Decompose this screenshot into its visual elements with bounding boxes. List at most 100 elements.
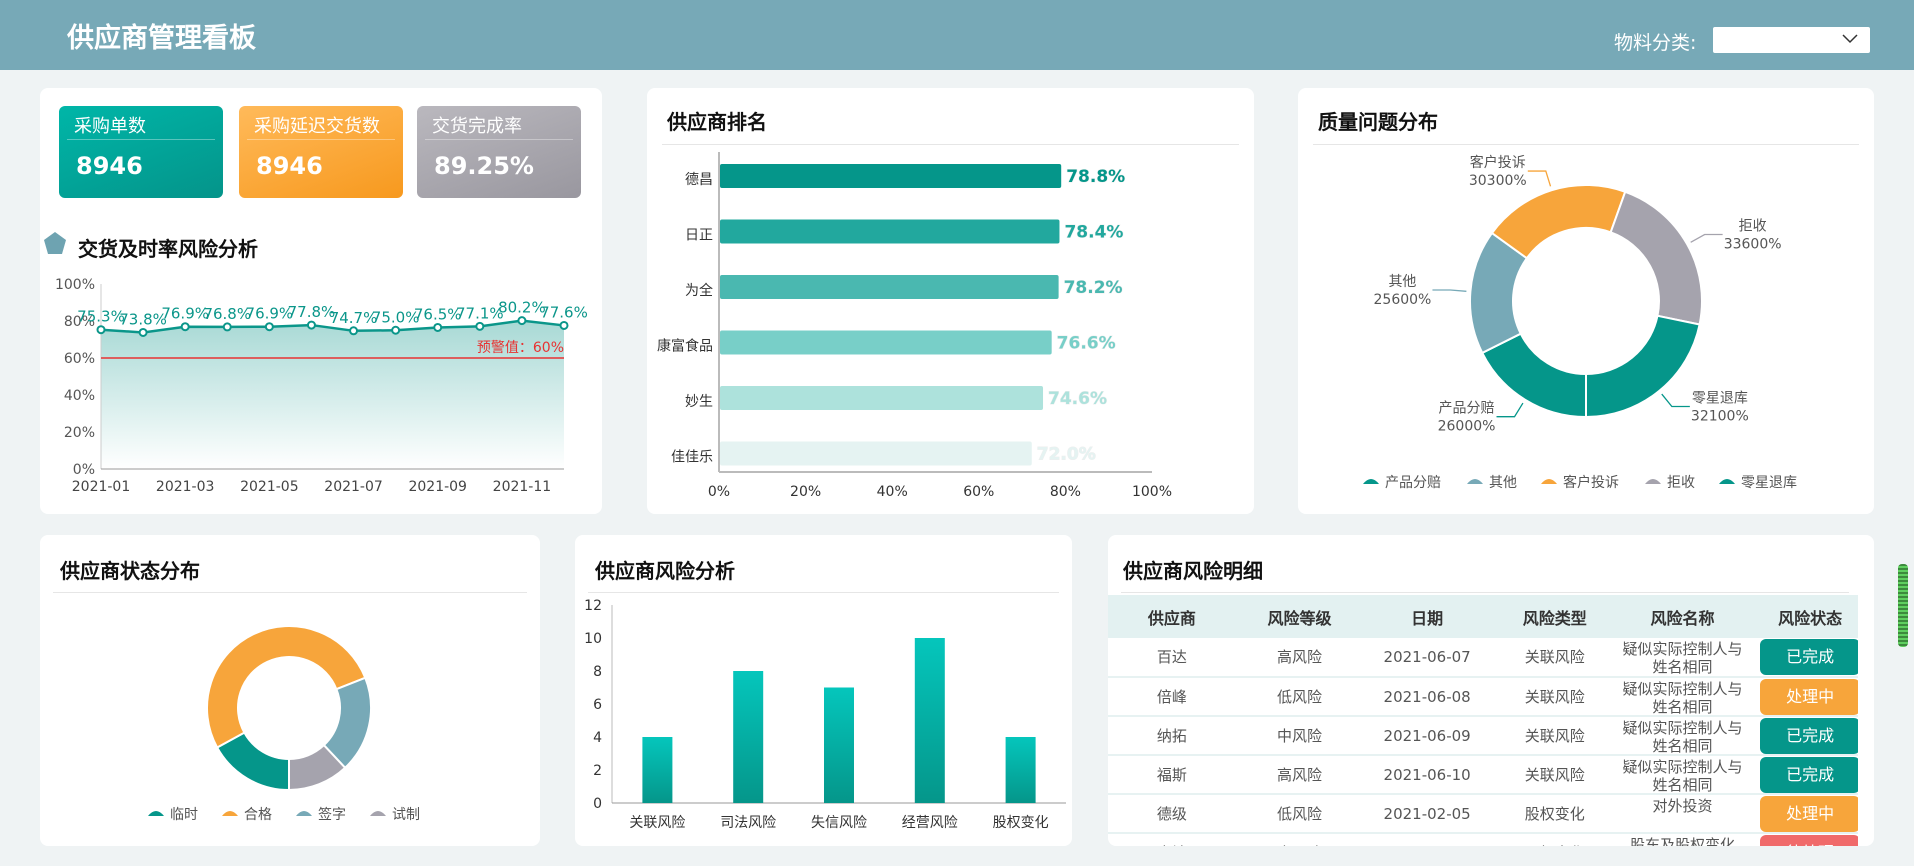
quality-donut-chart: 产品分赔 26000% 其他 25600% 客户投诉 30300% 拒收 33600% 零星退库… bbox=[1363, 154, 1797, 491]
x-tick-label: 0% bbox=[708, 484, 730, 500]
table-cell: 2021-06-09 bbox=[1363, 716, 1491, 756]
page-title: 供应商管理看板 bbox=[67, 23, 256, 54]
column-header[interactable]: 风险名称 bbox=[1618, 595, 1747, 638]
status-badge[interactable]: 已完成 bbox=[1760, 639, 1858, 675]
table-header-row: 供应商 风险等级 日期 风险类型 风险名称 风险状态 bbox=[1108, 595, 1858, 638]
label-leader-line bbox=[1432, 289, 1467, 292]
table-cell: 2021-06-07 bbox=[1363, 638, 1491, 678]
table-cell: 股东及股权变化 bbox=[1618, 833, 1747, 846]
legend-label: 合格 bbox=[244, 807, 272, 823]
cell-text: 2021-06-08 bbox=[1383, 687, 1471, 706]
column-header[interactable]: 日期 bbox=[1363, 595, 1491, 638]
label-leader-line bbox=[1496, 402, 1524, 418]
kpi-purchase-orders: 采购单数 8946 bbox=[59, 106, 223, 198]
material-category-select[interactable] bbox=[1713, 27, 1870, 53]
risk-detail-card: 供应商风险明细 供应商 风险等级 日期 风险类型 风险名称 风险状态 百达 高风险 2021-… bbox=[1108, 535, 1874, 846]
status-title: 供应商状态分布 bbox=[60, 559, 200, 583]
table-row[interactable]: 德级 低风险 2021-02-05 股权变化 对外投资 处理中 bbox=[1108, 794, 1858, 834]
x-tick-label: 股权变化 bbox=[993, 815, 1049, 831]
table-cell: 德级 bbox=[1108, 794, 1236, 834]
table-row[interactable]: 倍峰 低风险 2021-06-08 关联风险 疑似实际控制人与姓名相同 处理中 bbox=[1108, 677, 1858, 717]
x-tick-label: 司法风险 bbox=[720, 815, 776, 831]
data-label: 76.9% bbox=[246, 305, 294, 323]
data-label: 75.0% bbox=[372, 308, 420, 326]
status-badge[interactable]: 待处理 bbox=[1760, 834, 1858, 846]
table-row[interactable]: 福斯 高风险 2021-06-10 关联风险 疑似实际控制人与姓名相同 已完成 bbox=[1108, 755, 1858, 795]
y-tick-label: 40% bbox=[64, 388, 95, 404]
legend-label: 其他 bbox=[1489, 475, 1517, 491]
table-cell: 纳拓 bbox=[1108, 716, 1236, 756]
y-tick-label: 60% bbox=[64, 351, 95, 367]
slice-label-value: 30300% bbox=[1469, 173, 1527, 189]
data-label: 76.5% bbox=[414, 305, 462, 323]
cell-text: 德级 bbox=[1156, 804, 1187, 823]
y-tick-label: 20% bbox=[64, 425, 95, 441]
table-row[interactable]: 百达 高风险 2021-06-07 关联风险 疑似实际控制人与姓名相同 已完成 bbox=[1108, 638, 1858, 678]
bar-value-label: 76.6% bbox=[1057, 334, 1116, 354]
data-point bbox=[138, 327, 148, 337]
cell-text: 中风险 bbox=[1277, 844, 1322, 847]
label-leader-line bbox=[1527, 170, 1552, 187]
table-cell: 疑似实际控制人与姓名相同 bbox=[1618, 716, 1747, 756]
risk-name: 疑似实际控制人与姓名相同 bbox=[1622, 640, 1743, 675]
column-header[interactable]: 风险状态 bbox=[1746, 595, 1858, 638]
table-cell: 2021-06-10 bbox=[1363, 755, 1491, 795]
status-badge[interactable]: 已完成 bbox=[1760, 756, 1858, 792]
bar bbox=[720, 441, 1032, 466]
cell-text: 关联风险 bbox=[1524, 726, 1585, 745]
column-header[interactable]: 供应商 bbox=[1108, 595, 1236, 638]
table-cell: 关联风险 bbox=[1490, 716, 1619, 756]
cell-text: 关联风险 bbox=[1524, 648, 1585, 666]
bar bbox=[720, 164, 1062, 188]
risk-name: 对外投资 bbox=[1652, 796, 1713, 815]
table-cell: 倍峰 bbox=[1108, 677, 1236, 717]
table-cell: 已完成 bbox=[1746, 755, 1858, 795]
material-category-label: 物料分类: bbox=[1614, 32, 1697, 54]
table-cell: 对外投资 bbox=[1618, 794, 1747, 834]
kpi-delivery-completion: 交货完成率 89.25% bbox=[417, 106, 581, 198]
legend-icon bbox=[1645, 479, 1661, 484]
page-scrollbar[interactable] bbox=[1898, 564, 1908, 647]
legend-label: 试制 bbox=[392, 807, 420, 823]
legend-icon bbox=[1541, 479, 1557, 484]
kpi-label: 采购延迟交货数 bbox=[254, 116, 380, 137]
category-label: 为全 bbox=[685, 282, 713, 299]
status-badge[interactable]: 处理中 bbox=[1760, 678, 1858, 714]
x-tick-label: 60% bbox=[963, 484, 994, 500]
legend-icon bbox=[296, 811, 312, 816]
kpi-delayed-deliveries: 采购延迟交货数 8946 bbox=[239, 106, 403, 198]
table-cell: 关联风险 bbox=[1490, 638, 1619, 678]
data-label: 77.8% bbox=[288, 303, 336, 321]
x-tick-label: 100% bbox=[1132, 484, 1172, 500]
table-cell: 处理中 bbox=[1746, 794, 1858, 834]
column-header[interactable]: 风险等级 bbox=[1235, 595, 1364, 638]
warning-label: 预警值：60% bbox=[477, 340, 564, 356]
pentagon-icon bbox=[44, 232, 66, 254]
cell-text: 高风险 bbox=[1276, 648, 1322, 666]
slice-label-value: 26000% bbox=[1438, 419, 1496, 435]
legend-icon bbox=[148, 811, 164, 816]
status-badge[interactable]: 处理中 bbox=[1760, 795, 1858, 831]
table-cell: 大锦 bbox=[1108, 833, 1236, 846]
table-cell: 已完成 bbox=[1746, 716, 1858, 756]
column-header[interactable]: 风险类型 bbox=[1490, 595, 1619, 638]
x-tick-label: 40% bbox=[877, 484, 908, 500]
y-tick-label: 10 bbox=[584, 631, 602, 647]
legend-label: 产品分赔 bbox=[1385, 475, 1441, 491]
status-badge[interactable]: 已完成 bbox=[1760, 717, 1858, 753]
bar bbox=[1005, 737, 1036, 803]
table-cell: 关联风险 bbox=[1490, 755, 1619, 795]
legend-label: 签字 bbox=[318, 806, 346, 823]
slice-label-value: 25600% bbox=[1374, 292, 1432, 308]
bar bbox=[720, 386, 1044, 410]
table-cell: 低风险 bbox=[1235, 794, 1364, 834]
table-cell: 中风险 bbox=[1235, 716, 1364, 756]
table-row[interactable]: 纳拓 中风险 2021-06-09 关联风险 疑似实际控制人与姓名相同 已完成 bbox=[1108, 716, 1858, 756]
data-point bbox=[222, 322, 232, 332]
bar bbox=[720, 219, 1060, 244]
cell-text: 关联风险 bbox=[1524, 687, 1585, 706]
legend-icon bbox=[1363, 479, 1379, 484]
donut-slice bbox=[1609, 190, 1703, 326]
bar-value-label: 78.2% bbox=[1064, 278, 1123, 298]
table-row[interactable]: 大锦 中风险 2021-02-06 股权变化 股东及股权变化 待处理 bbox=[1108, 833, 1858, 846]
